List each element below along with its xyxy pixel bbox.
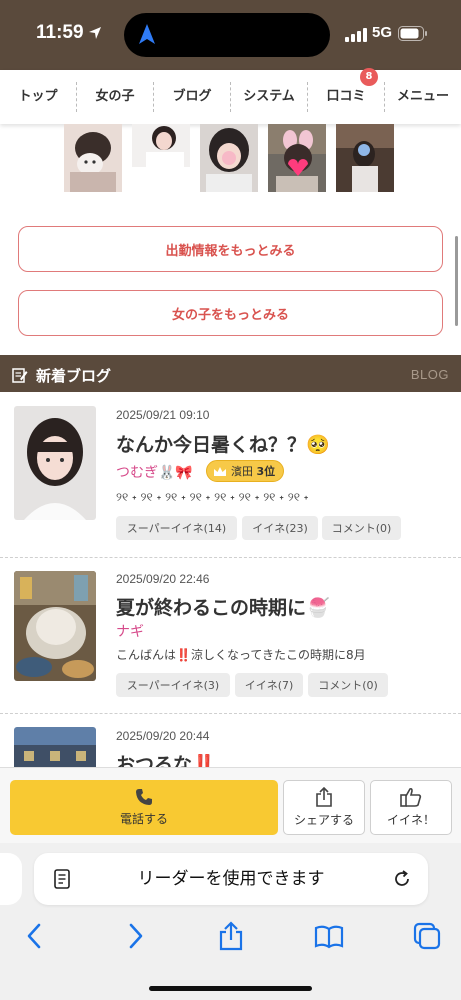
status-bar: 11:59 5G	[0, 0, 461, 70]
nav-label: トップ	[18, 89, 58, 104]
nav-label: ブログ	[172, 89, 212, 104]
bottom-action-bar: 電話する シェアする イイネ！	[0, 767, 461, 843]
nav-item-menu[interactable]: メニュー	[385, 82, 461, 112]
girls-more-button[interactable]: 女の子をもっとみる	[18, 290, 443, 336]
like-label: イイネ！	[386, 813, 435, 827]
nav-label: メニュー	[396, 89, 449, 104]
blog-excerpt: ୨୧ ˖ ୨୧ ˖ ୨୧ ˖ ୨୧ ˖ ୨୧ ˖ ୨୧ ˖ ୨୧ ˖ ୨୧ ˖	[116, 490, 309, 504]
reader-available-text: リーダーを使用できます	[137, 869, 325, 889]
navigation-arrow-icon	[139, 24, 155, 44]
share-label: シェアする	[293, 813, 354, 827]
signal-bars-icon	[345, 28, 367, 42]
blog-title[interactable]: 夏が終わるこの時期に🍧	[116, 593, 330, 620]
blog-date: 2025/09/20 20:44	[116, 729, 210, 743]
share-icon	[316, 787, 332, 807]
top-nav: トップ 女の子 ブログ システム 口コミ 8 メニュー	[0, 68, 461, 124]
home-indicator	[149, 986, 312, 991]
call-button[interactable]: 電話する	[10, 780, 278, 835]
girl-thumbnail[interactable]	[132, 124, 190, 167]
nav-item-girls[interactable]: 女の子	[77, 82, 154, 112]
nav-label: 口コミ	[326, 89, 366, 104]
reload-icon[interactable]	[392, 869, 412, 889]
blog-title[interactable]: なんか今日暑くね？？🥺	[116, 430, 330, 457]
rank-badge: 濱田 3位	[206, 460, 285, 482]
edit-note-icon	[12, 368, 28, 383]
page: 11:59 5G トップ 女の子 ブログ システム 口コミ 8 メニュー 出勤情…	[0, 0, 461, 1000]
girl-thumbnail[interactable]	[336, 124, 394, 192]
nav-item-system[interactable]: システム	[231, 82, 308, 112]
book-icon[interactable]	[314, 921, 344, 951]
location-arrow-icon	[89, 27, 101, 39]
blog-photo[interactable]	[14, 727, 96, 767]
battery-icon	[398, 26, 427, 41]
scrollbar[interactable]	[455, 236, 458, 326]
like-page-button[interactable]: イイネ！	[370, 780, 452, 835]
schedule-more-button[interactable]: 出勤情報をもっとみる	[18, 226, 443, 272]
blog-title[interactable]: おつるな‼️	[116, 750, 216, 767]
status-time: 11:59	[36, 22, 84, 43]
girl-thumbnail[interactable]	[268, 124, 326, 192]
blog-photo[interactable]	[14, 406, 96, 520]
blog-entry[interactable]: 2025/09/20 22:46 夏が終わるこの時期に🍧 ナギ こんばんは‼️涼…	[0, 557, 461, 713]
girl-thumbnail[interactable]	[200, 124, 258, 192]
phone-icon	[136, 789, 152, 805]
share-button[interactable]: シェアする	[283, 780, 365, 835]
like-button[interactable]: イイネ(23)	[242, 516, 318, 540]
thumbs-up-icon	[400, 787, 422, 807]
safari-toolbar: リーダーを使用できます	[0, 843, 461, 1000]
crown-icon	[214, 466, 226, 476]
address-bar[interactable]: リーダーを使用できます	[34, 853, 428, 905]
blog-entry[interactable]: 2025/09/20 20:44 おつるな‼️	[0, 713, 461, 767]
chevron-right-icon[interactable]	[120, 921, 150, 951]
nav-item-blog[interactable]: ブログ	[154, 82, 231, 112]
blog-entry[interactable]: 2025/09/21 09:10 なんか今日暑くね？？🥺 つむぎ🐰🎀 濱田 3位…	[0, 392, 461, 557]
previous-tab-preview[interactable]	[0, 853, 22, 905]
dynamic-island	[124, 13, 330, 57]
share-icon[interactable]	[216, 921, 246, 951]
chevron-left-icon[interactable]	[20, 921, 50, 951]
blog-photo[interactable]	[14, 571, 96, 681]
reviews-count-badge: 8	[360, 68, 378, 86]
super-like-button[interactable]: スーパーイイネ(14)	[116, 516, 237, 540]
rank-position: 3位	[256, 465, 276, 478]
blog-section-subtitle: BLOG	[410, 367, 449, 382]
tabs-icon[interactable]	[412, 921, 442, 951]
blog-date: 2025/09/20 22:46	[116, 572, 210, 586]
call-label: 電話する	[119, 812, 168, 826]
comment-button[interactable]: コメント(0)	[322, 516, 401, 540]
nav-label: システム	[243, 89, 295, 104]
girl-thumbnail[interactable]	[64, 124, 122, 192]
blog-section-title: 新着ブログ	[36, 367, 112, 385]
nav-label: 女の子	[95, 89, 135, 104]
blog-author[interactable]: つむぎ🐰🎀	[116, 462, 193, 482]
blog-author[interactable]: ナギ	[116, 621, 144, 641]
network-label: 5G	[372, 24, 393, 41]
nav-item-reviews[interactable]: 口コミ 8	[308, 68, 385, 112]
rank-area: 濱田	[231, 465, 253, 478]
comment-button[interactable]: コメント(0)	[308, 673, 388, 697]
girl-thumbnail-row	[64, 124, 404, 194]
nav-item-top[interactable]: トップ	[0, 82, 77, 112]
like-button[interactable]: イイネ(7)	[235, 673, 303, 697]
blog-date: 2025/09/21 09:10	[116, 408, 210, 422]
blog-excerpt: こんばんは‼️涼しくなってきたこの時期に8月	[116, 648, 366, 662]
blog-section-header: 新着ブログ BLOG	[0, 355, 461, 392]
super-like-button[interactable]: スーパーイイネ(3)	[116, 673, 230, 697]
